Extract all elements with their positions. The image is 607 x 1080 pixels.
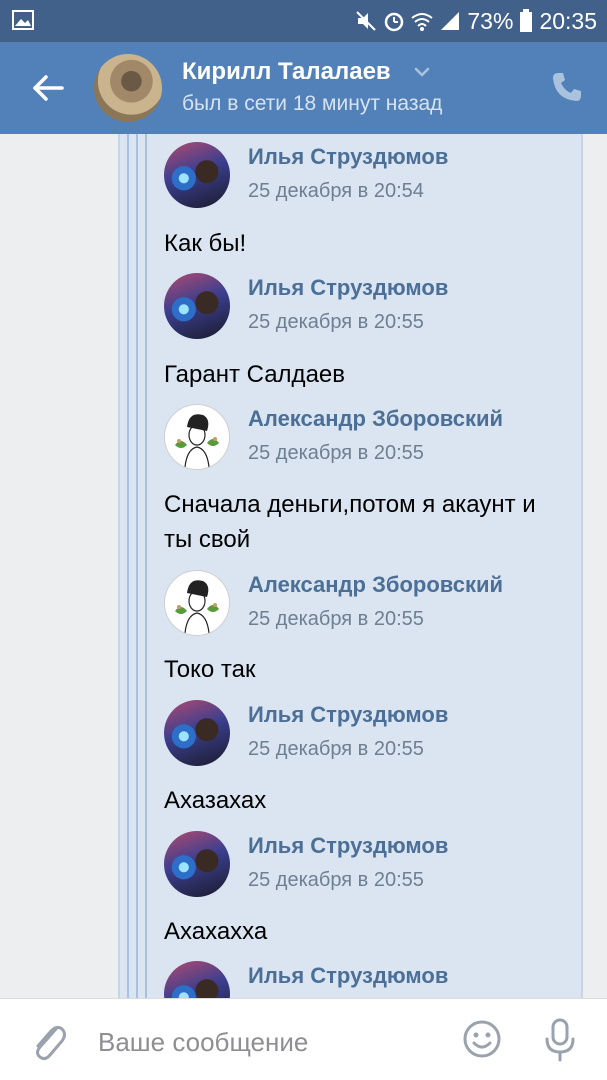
- message-time: 25 декабря в 20:55: [248, 442, 424, 464]
- sketch-avatar-icon: [175, 580, 219, 634]
- chat-header: Кирилл Талалаев был в сети 18 минут наза…: [0, 42, 607, 134]
- chevron-down-icon[interactable]: [412, 62, 432, 82]
- paperclip-icon[interactable]: [28, 1019, 68, 1063]
- sender-name[interactable]: Илья Струздюмов: [248, 144, 448, 170]
- message-time: 25 декабря в 20:55: [248, 869, 424, 891]
- microphone-icon[interactable]: [542, 1017, 578, 1063]
- signal-icon: [441, 12, 460, 30]
- sender-avatar[interactable]: [164, 831, 230, 897]
- sender-name[interactable]: Илья Струздюмов: [248, 702, 448, 728]
- message-text: Как бы!: [164, 230, 247, 257]
- message-time: 25 декабря в 20:55: [248, 738, 424, 760]
- message-composer: [0, 998, 607, 1080]
- sender-avatar[interactable]: [164, 570, 230, 636]
- sender-avatar[interactable]: [164, 404, 230, 470]
- message-text: Гарант Салдаев: [164, 361, 346, 388]
- forward-rail: [145, 134, 147, 998]
- sender-name[interactable]: Илья Струздюмов: [248, 963, 448, 989]
- sketch-avatar-icon: [175, 414, 219, 468]
- gallery-notification-icon: [12, 10, 34, 30]
- mute-icon: [356, 11, 377, 31]
- clock: 20:35: [539, 7, 597, 34]
- message-text: Сначала деньги,потом я акаунт и ты свой: [164, 491, 536, 553]
- message-text: Ахахахха: [164, 918, 268, 945]
- forward-rail: [136, 134, 138, 998]
- sender-name[interactable]: Александр Зборовский: [248, 406, 503, 432]
- message-time: 25 декабря в 20:55: [248, 311, 424, 333]
- contact-avatar[interactable]: [94, 54, 162, 122]
- battery-percent: 73%: [467, 7, 514, 34]
- sender-name[interactable]: Илья Струздюмов: [248, 275, 448, 301]
- message-text: Ахазахах: [164, 787, 267, 814]
- sender-avatar[interactable]: [164, 142, 230, 208]
- sender-avatar[interactable]: [164, 273, 230, 339]
- sender-avatar[interactable]: [164, 700, 230, 766]
- wifi-icon: [411, 13, 434, 31]
- message-time: 25 декабря в 20:55: [248, 608, 424, 630]
- sender-name[interactable]: Александр Зборовский: [248, 572, 503, 598]
- contact-name[interactable]: Кирилл Талалаев: [182, 58, 391, 86]
- message-text: Токо так: [164, 656, 256, 683]
- forward-rail: [127, 134, 129, 998]
- battery-icon: [520, 9, 533, 32]
- message-input[interactable]: [96, 1021, 450, 1063]
- status-bar: 73% 20:35: [0, 0, 607, 42]
- message-time: 25 декабря в 20:54: [248, 180, 424, 202]
- phone-icon[interactable]: [550, 70, 584, 104]
- emoji-icon[interactable]: [462, 1019, 502, 1059]
- alarm-icon: [385, 12, 404, 32]
- back-arrow-icon[interactable]: [28, 68, 68, 108]
- conversation-area[interactable]: Илья Струздюмов 25 декабря в 20:54 Как б…: [0, 134, 607, 998]
- sender-name[interactable]: Илья Струздюмов: [248, 833, 448, 859]
- contact-status: был в сети 18 минут назад: [182, 92, 443, 115]
